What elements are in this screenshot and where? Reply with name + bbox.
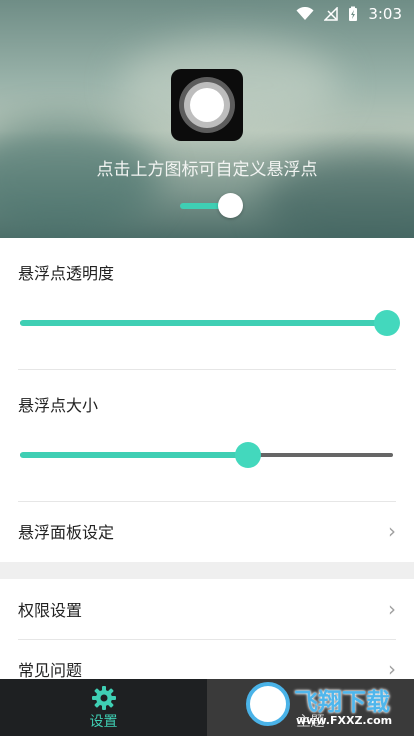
hero-caption: 点击上方图标可自定义悬浮点 — [96, 160, 318, 180]
slider-thumb[interactable] — [235, 442, 261, 468]
watermark-url: www.FXXZ.com — [296, 714, 393, 727]
floating-ball-outer-ring — [179, 77, 235, 133]
opacity-slider[interactable] — [20, 310, 400, 336]
signal-off-icon — [324, 7, 339, 21]
battery-charging-icon — [349, 6, 358, 21]
floating-ball-icon[interactable] — [171, 69, 243, 141]
divider — [18, 639, 396, 640]
floating-ball-toggle[interactable] — [180, 193, 243, 219]
watermark-logo-icon — [246, 682, 290, 726]
panel-settings-label: 悬浮面板设定 — [18, 523, 115, 542]
wifi-icon — [296, 7, 314, 20]
watermark-title: 飞翔下载 — [294, 688, 390, 716]
floating-ball-inner-ring — [184, 82, 230, 128]
slider-fill — [20, 320, 385, 326]
tab-settings[interactable]: 设置 — [0, 679, 207, 736]
gear-icon — [91, 685, 116, 710]
floating-ball-core — [190, 88, 224, 122]
faq-label: 常见问题 — [18, 661, 83, 680]
slider-fill — [20, 452, 246, 458]
hero-header: 点击上方图标可自定义悬浮点 — [0, 0, 414, 238]
opacity-label: 悬浮点透明度 — [18, 264, 115, 283]
permissions-row[interactable]: 权限设置 › — [0, 582, 414, 636]
size-label: 悬浮点大小 — [18, 396, 99, 415]
tab-settings-label: 设置 — [89, 713, 118, 730]
chevron-right-icon: › — [388, 519, 396, 543]
size-slider[interactable] — [20, 442, 393, 468]
status-bar: 3:03 — [0, 0, 414, 28]
divider — [18, 369, 396, 370]
section-gap — [0, 562, 414, 579]
toggle-knob[interactable] — [218, 193, 243, 218]
status-time: 3:03 — [368, 5, 402, 23]
watermark: 飞翔下载 www.FXXZ.com — [246, 678, 406, 736]
chevron-right-icon: › — [388, 597, 396, 621]
divider — [18, 501, 396, 502]
slider-thumb[interactable] — [374, 310, 400, 336]
permissions-label: 权限设置 — [18, 601, 83, 620]
panel-settings-row[interactable]: 悬浮面板设定 › — [0, 504, 414, 558]
